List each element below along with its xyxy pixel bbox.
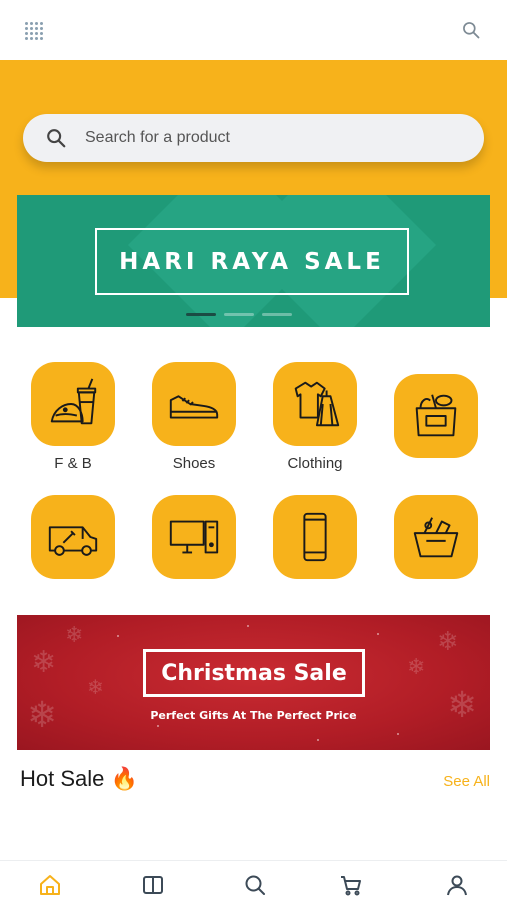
category-shoes[interactable]	[152, 362, 236, 446]
category-label: Shoes	[172, 455, 216, 472]
grid-dots-icon[interactable]	[25, 22, 43, 40]
snowflake-icon: ❄	[437, 627, 459, 657]
promo-banner-text: HARI RAYA SALE	[119, 248, 385, 275]
speck	[247, 625, 249, 627]
search-icon[interactable]	[461, 20, 481, 40]
bottom-nav	[0, 860, 507, 900]
search-input[interactable]	[85, 129, 445, 147]
carousel-dot[interactable]	[224, 313, 254, 316]
speck	[317, 739, 319, 741]
top-bar	[0, 0, 507, 60]
category-phones[interactable]	[273, 495, 357, 579]
repair-van-icon	[48, 526, 98, 556]
category-label: Clothing	[287, 455, 343, 472]
carousel-indicator	[186, 313, 292, 316]
nav-cart[interactable]	[339, 873, 363, 897]
desktop-computer-icon	[169, 520, 219, 554]
christmas-banner-title: Christmas Sale	[161, 660, 347, 686]
nav-profile[interactable]	[445, 873, 469, 897]
search-bar[interactable]	[23, 114, 484, 162]
christmas-banner-frame: Christmas Sale	[143, 649, 365, 697]
promo-banner-frame: HARI RAYA SALE	[95, 228, 409, 295]
speck	[377, 633, 379, 635]
user-icon	[447, 875, 467, 896]
see-all-link[interactable]: See All	[443, 773, 490, 790]
nav-home[interactable]	[38, 873, 62, 897]
grocery-basket-icon	[413, 517, 459, 558]
home-icon	[40, 875, 60, 895]
search-icon	[245, 875, 265, 895]
smartphone-icon	[303, 512, 327, 562]
snowflake-icon: ❄	[87, 675, 104, 699]
speck	[157, 725, 159, 727]
snowflake-icon: ❄	[407, 655, 426, 680]
grocery-bag-icon	[415, 394, 457, 437]
speck	[117, 635, 119, 637]
sneaker-icon	[169, 395, 219, 419]
book-icon	[143, 876, 163, 894]
food-drink-icon	[50, 378, 97, 425]
snowflake-icon: ❄	[31, 645, 57, 680]
category-basket[interactable]	[394, 495, 478, 579]
category-clothing[interactable]	[273, 362, 357, 446]
category-label: F & B	[54, 455, 92, 472]
speck	[397, 733, 399, 735]
clothing-icon	[294, 381, 340, 427]
snowflake-icon: ❄	[65, 623, 84, 648]
category-grocery[interactable]	[394, 374, 478, 458]
section-title: Hot Sale 🔥	[20, 766, 138, 791]
carousel-dot[interactable]	[262, 313, 292, 316]
cart-icon	[341, 876, 361, 896]
nav-catalog[interactable]	[141, 873, 165, 897]
search-icon	[47, 129, 66, 148]
category-fnb[interactable]	[31, 362, 115, 446]
category-electronics[interactable]	[152, 495, 236, 579]
category-services[interactable]	[31, 495, 115, 579]
christmas-banner-subtitle: Perfect Gifts At The Perfect Price	[150, 709, 357, 722]
nav-search[interactable]	[243, 873, 267, 897]
promo-banner[interactable]: HARI RAYA SALE	[17, 195, 490, 327]
christmas-banner[interactable]: ❄ ❄ ❄ ❄ ❄ ❄ ❄ Christmas Sale Perfect Gif…	[17, 615, 490, 750]
carousel-dot[interactable]	[186, 313, 216, 316]
